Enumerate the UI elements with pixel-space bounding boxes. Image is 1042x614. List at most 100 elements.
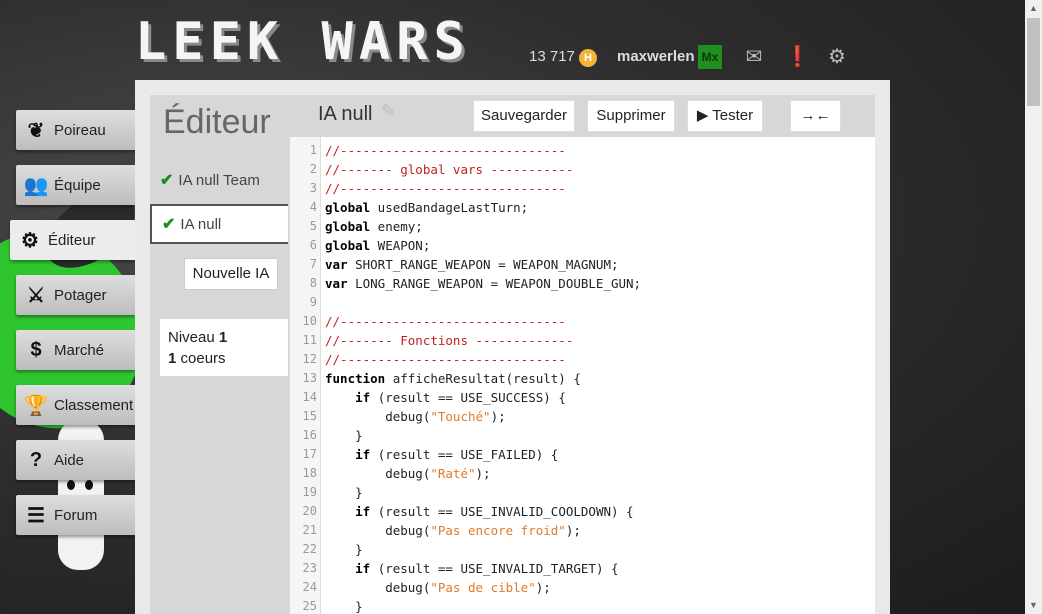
code-text: var SHORT_RANGE_WEAPON = WEAPON_MAGNUM; xyxy=(325,257,619,272)
menu-item-forum[interactable]: ☰ Forum xyxy=(16,495,135,535)
line-number: 18 xyxy=(302,466,317,480)
code-text: debug("Pas encore froid"); xyxy=(325,523,581,538)
line-number: 3 xyxy=(309,181,317,195)
code-line[interactable]: 21 debug("Pas encore froid"); xyxy=(290,521,875,540)
code-text: if (result == USE_INVALID_COOLDOWN) { xyxy=(355,504,634,519)
scroll-up-arrow-icon[interactable]: ▲ xyxy=(1025,0,1042,17)
background-leek-eye xyxy=(67,480,75,490)
code-line[interactable]: 25 } xyxy=(290,597,875,614)
notifications-alert-icon[interactable]: ❗ xyxy=(785,47,810,67)
code-line[interactable]: 20 if (result == USE_INVALID_COOLDOWN) { xyxy=(290,502,875,521)
code-text: //------------------------------ xyxy=(325,143,566,158)
code-line[interactable]: 8 var LONG_RANGE_WEAPON = WEAPON_DOUBLE_G… xyxy=(290,274,875,293)
menu-item-marche[interactable]: $ Marché xyxy=(16,330,135,370)
menu-item-potager[interactable]: ⚔ Potager xyxy=(16,275,135,315)
code-line[interactable]: 16 } xyxy=(290,426,875,445)
code-editor[interactable]: 1 //------------------------------ 2 //----… xyxy=(290,137,875,614)
code-line[interactable]: 10 //------------------------------ xyxy=(290,312,875,331)
page-title: Éditeur xyxy=(163,103,271,141)
line-number: 6 xyxy=(309,238,317,252)
settings-gear-icon[interactable]: ⚙ xyxy=(825,47,849,67)
gear-icon: ⚙ xyxy=(21,229,39,252)
code-line[interactable]: 5 global enemy; xyxy=(290,217,875,236)
code-line[interactable]: 19 } xyxy=(290,483,875,502)
code-line[interactable]: 2 //------- global vars ----------- xyxy=(290,160,875,179)
ai-list-item[interactable]: ✔ IA null Team xyxy=(150,162,288,198)
logo-text: LEEK WARS xyxy=(135,12,471,72)
line-number: 15 xyxy=(302,409,317,423)
code-line[interactable]: 24 debug("Pas de cible"); xyxy=(290,578,875,597)
line-number: 20 xyxy=(302,504,317,518)
code-text: } xyxy=(325,485,363,500)
code-text: debug("Pas de cible"); xyxy=(325,580,551,595)
code-line[interactable]: 6 global WEAPON; xyxy=(290,236,875,255)
background-leek-eye xyxy=(85,480,93,490)
username-link[interactable]: maxwerlen xyxy=(617,48,695,65)
code-line[interactable]: 23 if (result == USE_INVALID_TARGET) { xyxy=(290,559,875,578)
hearts-label: coeurs xyxy=(180,350,226,367)
code-text: //------- global vars ----------- xyxy=(325,162,574,177)
pencil-icon[interactable]: ✎ xyxy=(381,101,396,122)
code-line[interactable]: 14 if (result == USE_SUCCESS) { xyxy=(290,388,875,407)
line-number: 8 xyxy=(309,276,317,290)
delete-button[interactable]: Supprimer xyxy=(587,100,675,132)
line-number: 22 xyxy=(302,542,317,556)
code-text: global enemy; xyxy=(325,219,423,234)
level-line: Niveau 1 xyxy=(168,329,227,346)
menu-label: Classement xyxy=(54,396,134,414)
line-number: 10 xyxy=(302,314,317,328)
code-line[interactable]: 12 //------------------------------ xyxy=(290,350,875,369)
code-line[interactable]: 1 //------------------------------ xyxy=(290,141,875,160)
code-line[interactable]: 15 debug("Touché"); xyxy=(290,407,875,426)
code-text: } xyxy=(325,542,363,557)
line-number: 13 xyxy=(302,371,317,385)
scroll-down-arrow-icon[interactable]: ▼ xyxy=(1025,597,1042,614)
code-line[interactable]: 11 //------- Fonctions ------------- xyxy=(290,331,875,350)
line-number: 12 xyxy=(302,352,317,366)
expand-button[interactable]: →← xyxy=(790,100,841,132)
line-number: 23 xyxy=(302,561,317,575)
check-icon: ✔ xyxy=(160,172,174,189)
line-number: 19 xyxy=(302,485,317,499)
line-number: 24 xyxy=(302,580,317,594)
code-line[interactable]: 9 xyxy=(290,293,875,312)
avatar[interactable]: Mx xyxy=(698,45,722,69)
swords-icon: ⚔ xyxy=(27,284,45,307)
ai-name: IA null xyxy=(180,215,222,233)
code-line[interactable]: 17 if (result == USE_FAILED) { xyxy=(290,445,875,464)
menu-item-poireau[interactable]: ❦ Poireau xyxy=(16,110,135,150)
line-number: 2 xyxy=(309,162,317,176)
code-text: if (result == USE_SUCCESS) { xyxy=(355,390,566,405)
code-text: global WEAPON; xyxy=(325,238,431,253)
trophy-icon: 🏆 xyxy=(23,394,49,417)
site-logo[interactable]: LEEK WARS xyxy=(135,12,513,72)
new-ai-button[interactable]: Nouvelle IA xyxy=(184,258,278,290)
code-line[interactable]: 4 global usedBandageLastTurn; xyxy=(290,198,875,217)
hearts-line: 1 coeurs xyxy=(168,350,226,367)
scrollbar-thumb[interactable] xyxy=(1027,18,1040,106)
line-number: 16 xyxy=(302,428,317,442)
code-text: global usedBandageLastTurn; xyxy=(325,200,529,215)
question-icon: ? xyxy=(29,448,43,471)
menu-item-classement[interactable]: 🏆 Classement xyxy=(16,385,135,425)
line-number: 4 xyxy=(309,200,317,214)
leek-icon: ❦ xyxy=(27,119,45,142)
code-text: //------- Fonctions ------------- xyxy=(325,333,574,348)
messages-envelope-icon[interactable]: ✉ xyxy=(742,47,766,67)
menu-label: Aide xyxy=(54,451,85,469)
save-button[interactable]: Sauvegarder xyxy=(473,100,575,132)
menu-item-equipe[interactable]: 👥 Équipe xyxy=(16,165,135,205)
code-line[interactable]: 3 //------------------------------ xyxy=(290,179,875,198)
ai-list-item-selected[interactable]: ✔ IA null xyxy=(150,204,288,244)
menu-label: Potager xyxy=(54,286,107,304)
check-icon: ✔ xyxy=(162,216,176,233)
code-line[interactable]: 18 debug("Raté"); xyxy=(290,464,875,483)
test-button[interactable]: ▶ Tester xyxy=(687,100,763,132)
menu-item-editeur[interactable]: ⚙ Éditeur xyxy=(10,220,135,260)
code-line[interactable]: 7 var SHORT_RANGE_WEAPON = WEAPON_MAGNUM; xyxy=(290,255,875,274)
menu-label: Forum xyxy=(54,506,98,524)
line-number: 17 xyxy=(302,447,317,461)
code-line[interactable]: 13 function afficheResultat(result) { xyxy=(290,369,875,388)
menu-item-aide[interactable]: ? Aide xyxy=(16,440,135,480)
code-line[interactable]: 22 } xyxy=(290,540,875,559)
